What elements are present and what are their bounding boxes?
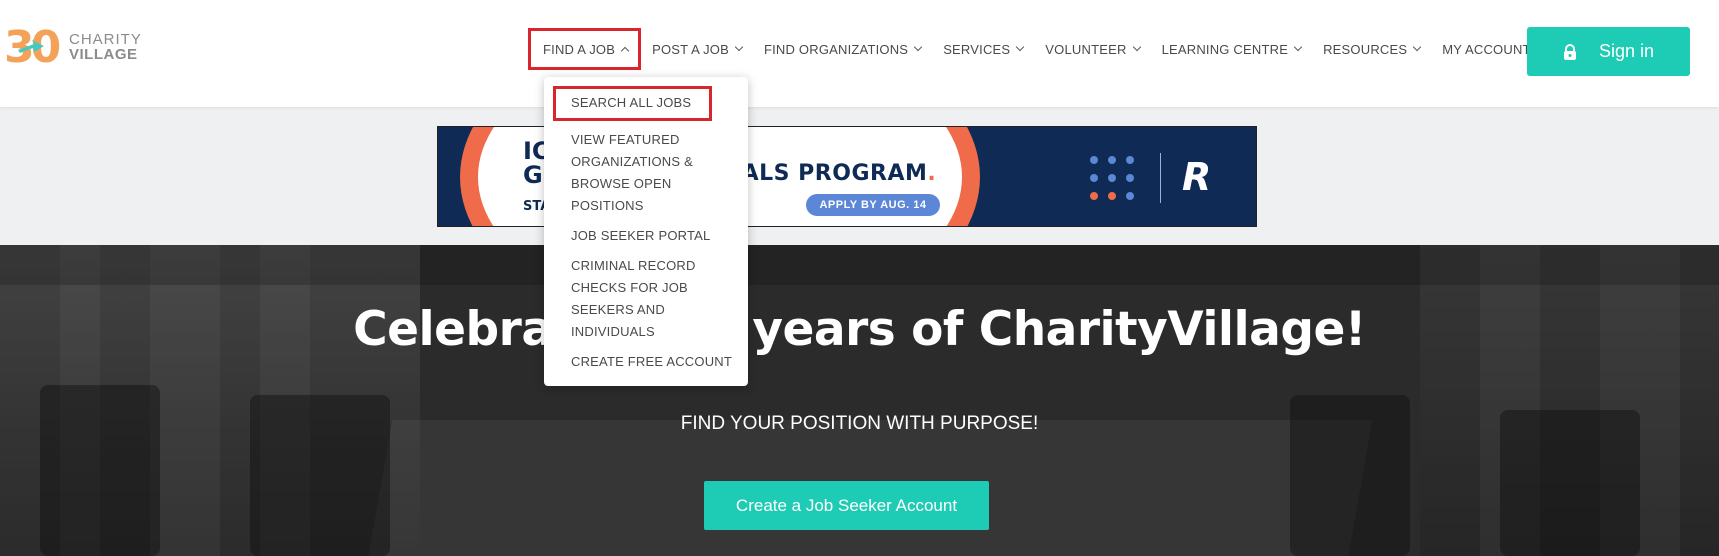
nav-learning-centre[interactable]: LEARNING CENTRE <box>1151 28 1313 70</box>
chevron-down-icon <box>1293 42 1303 52</box>
chevron-down-icon <box>1016 42 1025 52</box>
ad-line-2: G <box>523 161 543 189</box>
nav-volunteer-label: VOLUNTEER <box>1045 41 1127 57</box>
sign-in-label: Sign in <box>1598 41 1655 61</box>
nav-post-a-job-label: POST A JOB <box>652 41 729 57</box>
nav-resources[interactable]: RESOURCES <box>1312 28 1431 70</box>
site-header: 30 CHARITY VILLAGE FIND A JOB POST A JOB… <box>0 0 1719 107</box>
logo-word-village: VILLAGE <box>69 46 138 63</box>
hero-subtitle: FIND YOUR POSITION WITH PURPOSE! <box>680 413 1039 434</box>
chevron-down-icon <box>1132 42 1141 52</box>
lock-icon <box>1563 43 1576 60</box>
dropdown-item-criminal-record-checks[interactable]: CRIMINAL RECORD CHECKS FOR JOB SEEKERS A… <box>571 255 721 343</box>
dropdown-item-create-free-account[interactable]: CREATE FREE ACCOUNT <box>571 351 748 373</box>
nav-post-a-job[interactable]: POST A JOB <box>641 28 753 70</box>
nav-learning-centre-label: LEARNING CENTRE <box>1161 41 1289 57</box>
nav-volunteer[interactable]: VOLUNTEER <box>1034 28 1150 70</box>
arrow-icon <box>18 40 44 53</box>
chevron-down-icon <box>1413 42 1422 52</box>
nav-find-organizations[interactable]: FIND ORGANIZATIONS <box>753 28 932 70</box>
nav-resources-label: RESOURCES <box>1323 41 1408 57</box>
main-nav: FIND A JOB POST A JOB FIND ORGANIZATIONS… <box>528 28 1555 70</box>
ad-apply-badge: APPLY BY AUG. 14 <box>806 194 940 216</box>
chevron-up-icon <box>620 46 630 55</box>
dropdown-item-search-all-jobs[interactable]: SEARCH ALL JOBS <box>553 86 712 121</box>
chevron-down-icon <box>913 42 923 52</box>
dropdown-item-view-featured-organizations[interactable]: VIEW FEATURED ORGANIZATIONS & BROWSE OPE… <box>571 129 721 217</box>
nav-find-a-job[interactable]: FIND A JOB <box>528 28 642 70</box>
create-job-seeker-account-label: Create a Job Seeker Account <box>735 495 958 515</box>
ad-brand-mark: R <box>1182 155 1212 199</box>
nav-services[interactable]: SERVICES <box>932 28 1034 70</box>
nav-services-label: SERVICES <box>943 41 1011 57</box>
charityvillage-logo[interactable]: 30 CHARITY VILLAGE <box>4 26 144 72</box>
logo-word-charity: CHARITY <box>69 31 142 48</box>
nav-my-account-label: MY ACCOUNT <box>1442 41 1531 57</box>
ad-divider <box>1160 153 1161 203</box>
dropdown-item-job-seeker-portal[interactable]: JOB SEEKER PORTAL <box>571 225 748 247</box>
hero-section: Celebrating 30 years of CharityVillage! … <box>0 245 1719 556</box>
nav-find-a-job-label: FIND A JOB <box>543 41 616 57</box>
create-job-seeker-account-button[interactable]: Create a Job Seeker Account <box>704 481 989 530</box>
nav-find-organizations-label: FIND ORGANIZATIONS <box>763 41 909 57</box>
sign-in-button[interactable]: Sign in <box>1527 27 1690 76</box>
ad-dots-icon <box>1090 156 1136 202</box>
find-a-job-dropdown: SEARCH ALL JOBS VIEW FEATURED ORGANIZATI… <box>544 77 748 386</box>
chevron-down-icon <box>734 42 744 52</box>
hero-title: Celebrating 30 years of CharityVillage! <box>353 302 1366 357</box>
